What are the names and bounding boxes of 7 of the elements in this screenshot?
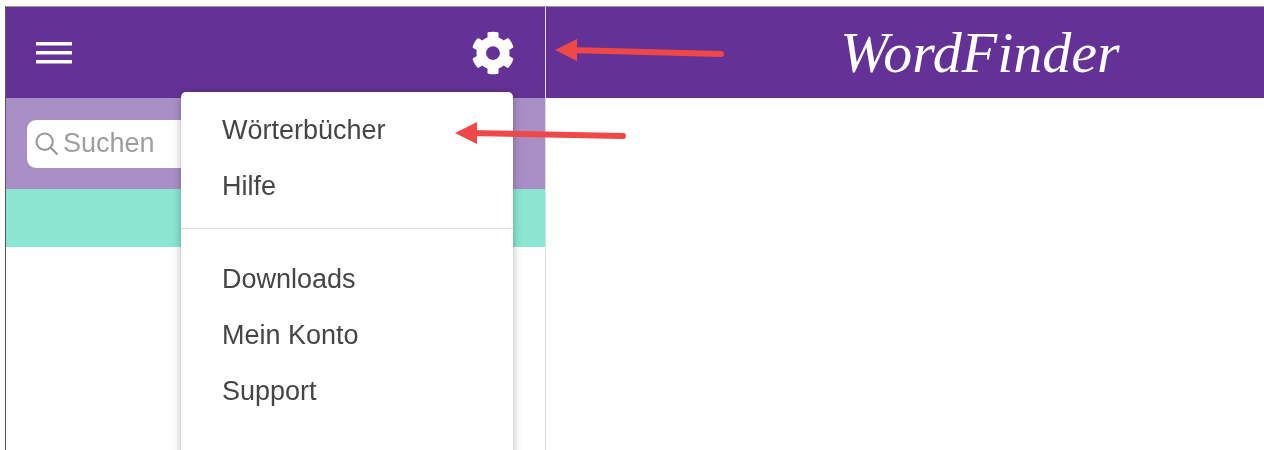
menu-item[interactable]: Downloads bbox=[181, 251, 356, 307]
menu-item[interactable]: Mein Konto bbox=[181, 307, 359, 363]
menu-icon[interactable] bbox=[36, 40, 72, 65]
app-logo: WordFinder bbox=[840, 19, 1120, 86]
search-icon bbox=[33, 129, 61, 158]
menu-item[interactable]: Support bbox=[181, 363, 317, 419]
settings-icon[interactable] bbox=[471, 30, 515, 75]
